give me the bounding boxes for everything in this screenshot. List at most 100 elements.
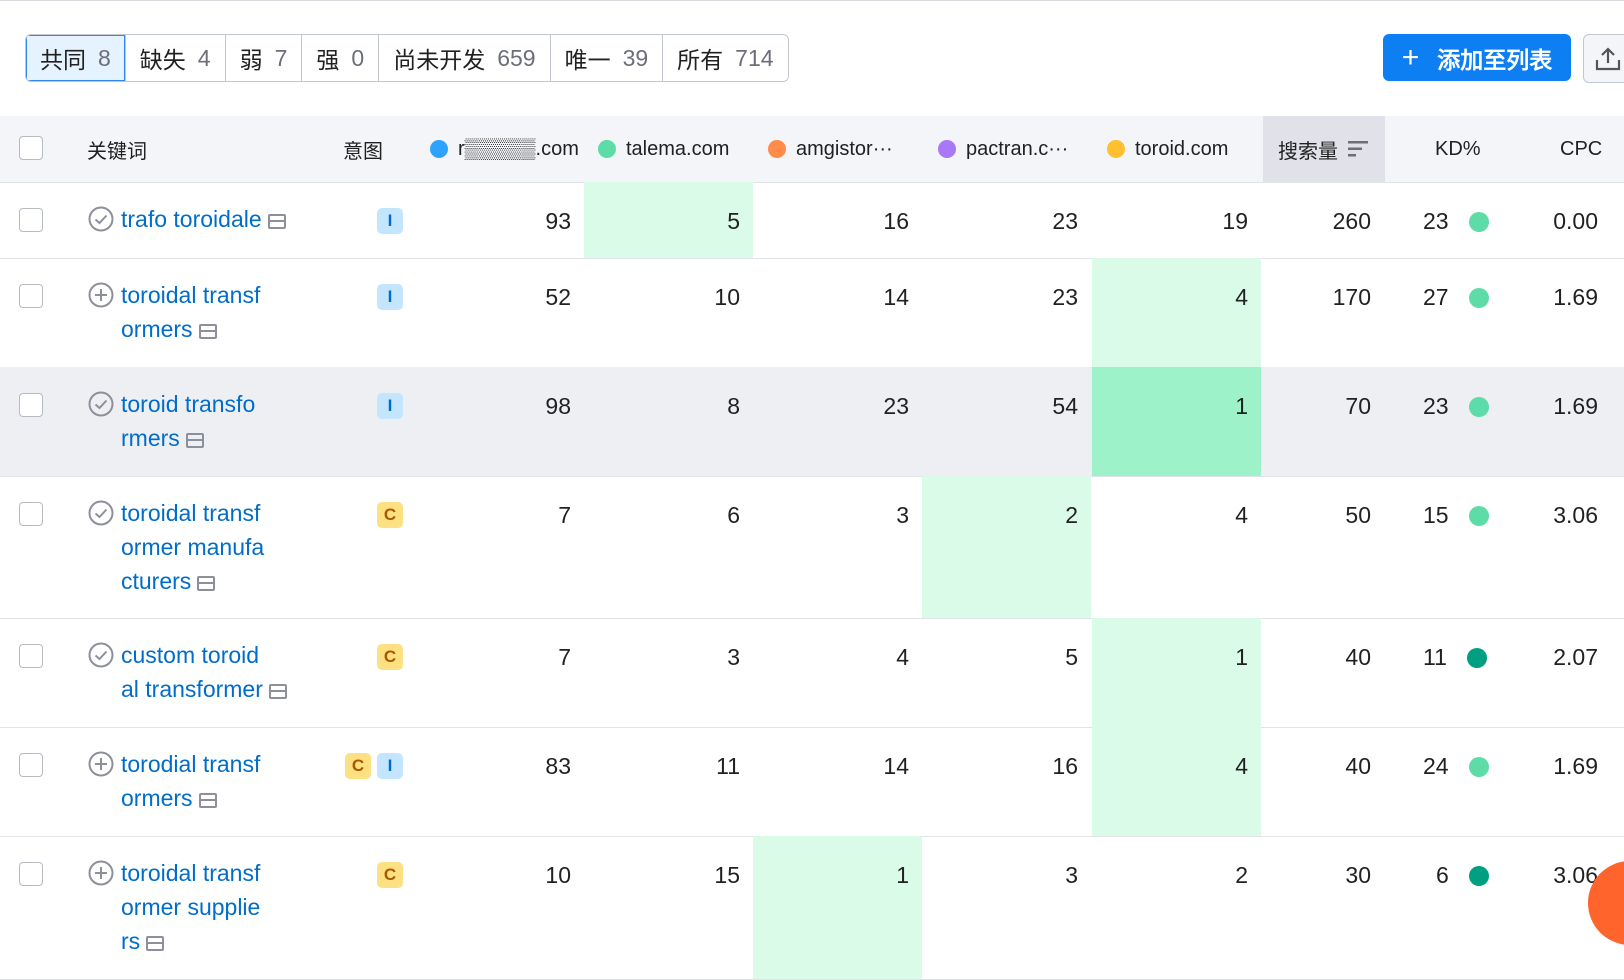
top-divider (0, 0, 1624, 1)
serp-page-icon[interactable] (267, 214, 286, 229)
table-row: toroidal transf ormer supplie rs C 10 15 1 3 2 30… (0, 836, 1624, 980)
upload-icon (1595, 47, 1621, 71)
row-checkbox[interactable] (19, 644, 43, 668)
serp-page-icon[interactable] (198, 793, 217, 808)
export-button[interactable] (1583, 34, 1624, 83)
rank-value: 83 (545, 753, 571, 779)
col-domain-name: toroid.com (1135, 137, 1229, 160)
kd-value: 24 (1423, 753, 1449, 779)
filter-tab-count: 8 (98, 44, 111, 71)
intent-badges: I (377, 208, 403, 234)
serp-page-icon[interactable] (268, 684, 287, 699)
filter-tab[interactable]: 所有 714 (662, 35, 788, 81)
add-to-list-label: 添加至列表 (1437, 46, 1553, 73)
intent-badge-c: C (377, 644, 403, 670)
col-domain[interactable]: amgistor··· (768, 116, 893, 182)
rank-value: 5 (1065, 644, 1078, 670)
filter-tab[interactable]: 缺失 4 (124, 35, 225, 81)
filter-tab-count: 7 (274, 44, 288, 71)
intent-badges: I (377, 393, 403, 419)
rank-value: 15 (714, 862, 740, 888)
col-domain[interactable]: pactran.c··· (938, 116, 1068, 182)
col-domain[interactable]: talema.com (598, 116, 729, 182)
col-kd[interactable]: KD% (1435, 116, 1481, 182)
kd-difficulty-dot (1468, 865, 1489, 886)
kd-cell: 11 (1423, 644, 1487, 671)
filter-tab[interactable]: 弱7 (224, 35, 302, 81)
col-cpc[interactable]: CPC (1560, 116, 1602, 182)
kd-value: 6 (1436, 862, 1449, 888)
keyword-link[interactable]: toroidal transf ormers (121, 278, 296, 346)
row-checkbox[interactable] (19, 862, 43, 886)
check-circle-icon[interactable] (88, 500, 114, 526)
keyword-text: toroidal transf ormer manufa cturers (121, 500, 265, 594)
keyword-link[interactable]: torodial transf ormers (121, 747, 296, 815)
row-checkbox[interactable] (19, 284, 43, 308)
serp-page-icon[interactable] (197, 576, 216, 591)
row-checkbox[interactable] (19, 502, 43, 526)
search-volume: 40 (1345, 753, 1371, 779)
col-volume-label: 搜索量 (1278, 140, 1338, 163)
col-domain[interactable]: r▒▒▒▒▒.com (430, 116, 579, 182)
col-domain[interactable]: toroid.com (1107, 116, 1228, 182)
check-circle-icon[interactable] (88, 206, 114, 232)
cpc-value: 1.69 (1553, 393, 1598, 419)
filter-tab[interactable]: 尚未开发 659 (378, 35, 550, 81)
filter-tab-label: 唯一 (564, 47, 611, 73)
rank-value: 4 (1235, 753, 1248, 779)
keyword-link[interactable]: toroidal transf ormer supplie rs (121, 856, 296, 958)
row-checkbox[interactable] (19, 208, 43, 232)
kd-cell: 6 (1436, 862, 1489, 889)
cpc-value: 2.07 (1553, 644, 1598, 670)
add-circle-icon[interactable] (88, 751, 114, 777)
add-to-list-button[interactable]: + 添加至列表 (1383, 34, 1571, 81)
filter-tabs: 共同 8 缺失 4 弱 7 强 0 尚未开发 659 唯一 39 所有 714 (25, 34, 789, 82)
rank-value: 16 (883, 208, 909, 234)
rank-value: 10 (714, 284, 740, 310)
row-checkbox[interactable] (19, 393, 43, 417)
intent-badge-i: I (377, 208, 403, 234)
rank-value: 19 (1222, 208, 1248, 234)
select-all-checkbox[interactable] (19, 136, 43, 160)
intent-badges: C (377, 862, 403, 888)
rank-value: 16 (1052, 753, 1078, 779)
keyword-text: toroidal transf ormers (121, 282, 261, 342)
check-circle-icon[interactable] (88, 642, 114, 668)
intent-badge-c: C (377, 502, 403, 528)
filter-tab[interactable]: 共同 8 (26, 35, 125, 81)
rank-value: 3 (896, 502, 909, 528)
keyword-link[interactable]: trafo toroidale (121, 202, 296, 236)
table-row: toroidal transf ormer manufa cturers C 7 6 3 2 4… (0, 476, 1624, 619)
serp-page-icon[interactable] (198, 324, 217, 339)
filter-tab-label: 所有 (677, 47, 724, 73)
table-header: 关键词 意图 r▒▒▒▒▒.com talema.com amgistor··· pa… (0, 116, 1624, 183)
kd-cell: 15 (1423, 502, 1489, 529)
intent-badge-c: C (345, 753, 371, 779)
col-volume[interactable]: 搜索量 (1263, 116, 1385, 182)
add-circle-icon[interactable] (88, 860, 114, 886)
kd-cell: 23 (1423, 208, 1489, 235)
serp-page-icon[interactable] (146, 936, 165, 951)
check-circle-icon[interactable] (88, 391, 114, 417)
filter-tab-label: 弱 (239, 47, 263, 73)
filter-tab[interactable]: 唯一 39 (549, 35, 663, 81)
add-circle-icon[interactable] (88, 282, 114, 308)
intent-badges: I (377, 284, 403, 310)
keyword-link[interactable]: custom toroid al transformer (121, 638, 296, 706)
serp-page-icon[interactable] (185, 433, 204, 448)
intent-badges: C (377, 502, 403, 528)
row-checkbox[interactable] (19, 753, 43, 777)
rank-value: 3 (1065, 862, 1078, 888)
col-keyword[interactable]: 关键词 (87, 116, 147, 182)
rank-value: 7 (558, 644, 571, 670)
filter-tab-label: 尚未开发 (393, 47, 486, 73)
kd-difficulty-dot (1468, 211, 1489, 232)
rank-value: 4 (896, 644, 909, 670)
plus-icon: + (1401, 40, 1420, 74)
keyword-link[interactable]: toroidal transf ormer manufa cturers (121, 496, 296, 598)
keyword-link[interactable]: toroid transfo rmers (121, 387, 296, 455)
filter-tab[interactable]: 强0 (301, 35, 379, 81)
search-volume: 40 (1345, 644, 1371, 670)
kd-value: 23 (1423, 393, 1449, 419)
table-row: trafo toroidale I 93 5 16 23 19 260 23 0.00 (0, 182, 1624, 259)
